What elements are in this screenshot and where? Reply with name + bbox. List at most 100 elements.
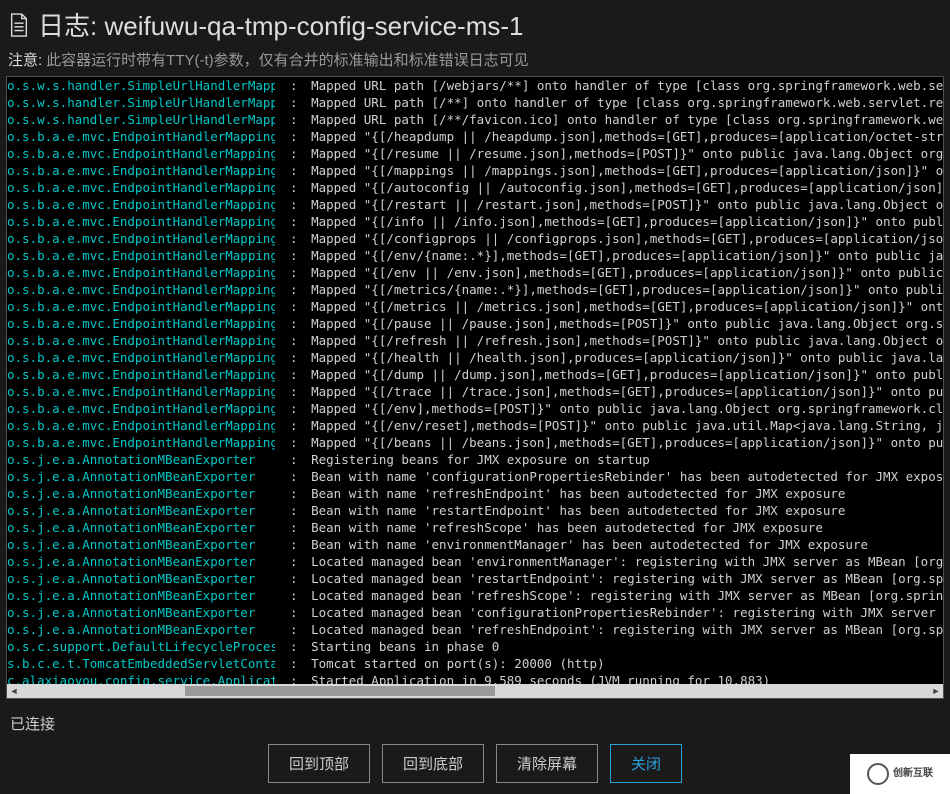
notice-label: 注意: [8, 49, 42, 70]
log-line: o.s.b.a.e.mvc.EndpointHandlerMapping : M… [7, 145, 943, 162]
log-line: o.s.b.a.e.mvc.EndpointHandlerMapping : M… [7, 434, 943, 451]
log-separator: : [275, 417, 304, 434]
log-separator: : [275, 332, 304, 349]
log-logger: o.s.j.e.a.AnnotationMBeanExporter [7, 621, 275, 638]
log-separator: : [275, 247, 304, 264]
log-separator: : [275, 281, 304, 298]
close-button[interactable]: 关闭 [610, 744, 682, 783]
button-row: 回到顶部 回到底部 清除屏幕 关闭 [0, 744, 950, 783]
log-line: o.s.b.a.e.mvc.EndpointHandlerMapping : M… [7, 281, 943, 298]
log-line: o.s.b.a.e.mvc.EndpointHandlerMapping : M… [7, 298, 943, 315]
log-separator: : [275, 485, 304, 502]
log-line: o.s.w.s.handler.SimpleUrlHandlerMapping … [7, 94, 943, 111]
document-icon [8, 12, 30, 38]
log-line: o.s.j.e.a.AnnotationMBeanExporter : Bean… [7, 468, 943, 485]
log-message: Located managed bean 'restartEndpoint': … [304, 570, 943, 587]
log-logger: o.s.j.e.a.AnnotationMBeanExporter [7, 587, 275, 604]
log-message: Mapped URL path [/**/favicon.ico] onto h… [304, 111, 943, 128]
log-separator: : [275, 434, 304, 451]
status-bar: 已连接 [0, 699, 950, 740]
log-message: Mapped "{[/mappings || /mappings.json],m… [304, 162, 943, 179]
log-logger: o.s.j.e.a.AnnotationMBeanExporter [7, 485, 275, 502]
log-message: Bean with name 'refreshEndpoint' has bee… [304, 485, 943, 502]
log-separator: : [275, 128, 304, 145]
log-message: Mapped "{[/metrics || /metrics.json],met… [304, 298, 943, 315]
log-message: Bean with name 'refreshScope' has been a… [304, 519, 943, 536]
log-line: o.s.w.s.handler.SimpleUrlHandlerMapping … [7, 111, 943, 128]
log-line: o.s.j.e.a.AnnotationMBeanExporter : Loca… [7, 553, 943, 570]
log-message: Mapped "{[/heapdump || /heapdump.json],m… [304, 128, 943, 145]
log-logger: c.alaxiaoyou.config.service.Application [7, 672, 275, 684]
log-line: o.s.b.a.e.mvc.EndpointHandlerMapping : M… [7, 349, 943, 366]
log-separator: : [275, 638, 304, 655]
log-logger: o.s.b.a.e.mvc.EndpointHandlerMapping [7, 383, 275, 400]
scroll-top-button[interactable]: 回到顶部 [268, 744, 370, 783]
log-logger: o.s.b.a.e.mvc.EndpointHandlerMapping [7, 349, 275, 366]
log-separator: : [275, 162, 304, 179]
log-viewport[interactable]: o.s.w.s.handler.SimpleUrlHandlerMapping … [7, 77, 943, 684]
log-logger: o.s.j.e.a.AnnotationMBeanExporter [7, 451, 275, 468]
log-message: Bean with name 'configurationPropertiesR… [304, 468, 943, 485]
header: 日志: weifuwu-qa-tmp-config-service-ms-1 注… [0, 0, 950, 72]
log-separator: : [275, 519, 304, 536]
log-separator: : [275, 604, 304, 621]
log-logger: o.s.b.a.e.mvc.EndpointHandlerMapping [7, 128, 275, 145]
title-name: weifuwu-qa-tmp-config-service-ms-1 [104, 11, 523, 41]
log-separator: : [275, 179, 304, 196]
log-logger: o.s.b.a.e.mvc.EndpointHandlerMapping [7, 281, 275, 298]
log-logger: o.s.b.a.e.mvc.EndpointHandlerMapping [7, 196, 275, 213]
log-line: o.s.j.e.a.AnnotationMBeanExporter : Bean… [7, 536, 943, 553]
log-separator: : [275, 655, 304, 672]
log-logger: o.s.w.s.handler.SimpleUrlHandlerMapping [7, 77, 275, 94]
log-logger: o.s.b.a.e.mvc.EndpointHandlerMapping [7, 332, 275, 349]
scroll-left-arrow[interactable]: ◄ [7, 684, 21, 698]
log-message: Mapped "{[/refresh || /refresh.json],met… [304, 332, 943, 349]
scrollbar-thumb[interactable] [185, 686, 495, 696]
log-separator: : [275, 94, 304, 111]
log-separator: : [275, 502, 304, 519]
clear-screen-button[interactable]: 清除屏幕 [496, 744, 598, 783]
log-logger: o.s.j.e.a.AnnotationMBeanExporter [7, 468, 275, 485]
log-separator: : [275, 400, 304, 417]
log-message: Mapped URL path [/webjars/**] onto handl… [304, 77, 943, 94]
log-message: Located managed bean 'refreshEndpoint': … [304, 621, 943, 638]
page-title: 日志: weifuwu-qa-tmp-config-service-ms-1 [38, 6, 523, 43]
notice: 注意: 此容器运行时带有TTY(-t)参数，仅有合并的标准输出和标准错误日志可见 [8, 49, 942, 70]
log-logger: o.s.j.e.a.AnnotationMBeanExporter [7, 553, 275, 570]
log-separator: : [275, 230, 304, 247]
log-logger: o.s.j.e.a.AnnotationMBeanExporter [7, 536, 275, 553]
log-logger: o.s.w.s.handler.SimpleUrlHandlerMapping [7, 111, 275, 128]
log-message: Mapped "{[/configprops || /configprops.j… [304, 230, 943, 247]
log-message: Bean with name 'environmentManager' has … [304, 536, 943, 553]
log-logger: o.s.b.a.e.mvc.EndpointHandlerMapping [7, 400, 275, 417]
log-separator: : [275, 536, 304, 553]
log-separator: : [275, 196, 304, 213]
log-separator: : [275, 77, 304, 94]
log-logger: o.s.b.a.e.mvc.EndpointHandlerMapping [7, 162, 275, 179]
log-message: Registering beans for JMX exposure on st… [304, 451, 943, 468]
horizontal-scrollbar[interactable]: ◄ ► [7, 684, 943, 698]
log-logger: o.s.b.a.e.mvc.EndpointHandlerMapping [7, 366, 275, 383]
log-message: Started Application in 9.589 seconds (JV… [304, 672, 943, 684]
log-logger: o.s.b.a.e.mvc.EndpointHandlerMapping [7, 298, 275, 315]
log-message: Located managed bean 'refreshScope': reg… [304, 587, 943, 604]
log-logger: s.b.c.e.t.TomcatEmbeddedServletContainer [7, 655, 275, 672]
log-line: o.s.j.e.a.AnnotationMBeanExporter : Bean… [7, 485, 943, 502]
log-message: Mapped "{[/resume || /resume.json],metho… [304, 145, 943, 162]
log-line: o.s.j.e.a.AnnotationMBeanExporter : Loca… [7, 587, 943, 604]
scroll-bottom-button[interactable]: 回到底部 [382, 744, 484, 783]
log-logger: o.s.b.a.e.mvc.EndpointHandlerMapping [7, 247, 275, 264]
log-logger: o.s.b.a.e.mvc.EndpointHandlerMapping [7, 179, 275, 196]
log-message: Mapped "{[/env || /env.json],methods=[GE… [304, 264, 943, 281]
log-message: Mapped "{[/env/{name:.*}],methods=[GET],… [304, 247, 943, 264]
log-message: Starting beans in phase 0 [304, 638, 943, 655]
log-line: o.s.c.support.DefaultLifecycleProcessor … [7, 638, 943, 655]
log-message: Located managed bean 'environmentManager… [304, 553, 943, 570]
log-logger: o.s.b.a.e.mvc.EndpointHandlerMapping [7, 417, 275, 434]
log-separator: : [275, 553, 304, 570]
log-message: Mapped URL path [/**] onto handler of ty… [304, 94, 943, 111]
scroll-right-arrow[interactable]: ► [929, 684, 943, 698]
log-separator: : [275, 621, 304, 638]
log-line: o.s.b.a.e.mvc.EndpointHandlerMapping : M… [7, 162, 943, 179]
log-line: o.s.j.e.a.AnnotationMBeanExporter : Regi… [7, 451, 943, 468]
